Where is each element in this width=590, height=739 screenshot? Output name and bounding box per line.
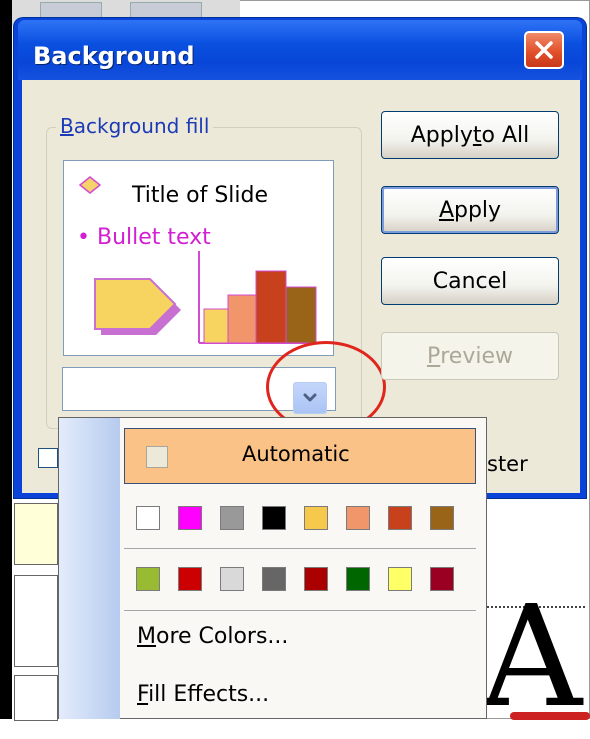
color-swatch[interactable] xyxy=(346,567,370,591)
menu-item-automatic-label: Automatic xyxy=(242,442,350,466)
menu-item-fill-effects[interactable]: Fill Effects... xyxy=(137,682,269,707)
color-swatch[interactable] xyxy=(262,567,286,591)
slide-thumbnail[interactable] xyxy=(14,575,58,667)
color-swatch[interactable] xyxy=(262,506,286,530)
preview-bar xyxy=(227,294,257,344)
menu-item-more-colors[interactable]: More Colors... xyxy=(137,624,288,649)
color-swatch[interactable] xyxy=(346,506,370,530)
preview-diamond xyxy=(78,176,102,194)
slide-thumbnail-pane[interactable] xyxy=(12,495,59,721)
slide-wordart-letter: A xyxy=(481,576,583,739)
omit-master-label: ster xyxy=(487,452,528,476)
color-swatch[interactable] xyxy=(388,506,412,530)
color-swatch[interactable] xyxy=(178,567,202,591)
automatic-color-swatch xyxy=(146,446,168,468)
menu-separator xyxy=(124,610,476,611)
preview-button[interactable]: Preview xyxy=(381,332,559,380)
preview-bar xyxy=(255,270,287,344)
slide-thumbnail[interactable] xyxy=(14,675,58,721)
apply-to-all-button[interactable]: Apply to All xyxy=(381,111,559,159)
preview-title-text: Title of Slide xyxy=(132,183,269,208)
color-swatch[interactable] xyxy=(304,506,328,530)
slide-thumbnail[interactable] xyxy=(14,503,58,565)
omit-master-checkbox[interactable] xyxy=(38,448,58,468)
cancel-button[interactable]: Cancel xyxy=(381,257,559,305)
color-swatch[interactable] xyxy=(178,506,202,530)
color-swatch[interactable] xyxy=(136,506,160,530)
dialog-title: Background xyxy=(33,42,195,70)
color-swatch[interactable] xyxy=(388,567,412,591)
color-swatch[interactable] xyxy=(304,567,328,591)
color-swatch[interactable] xyxy=(136,567,160,591)
color-swatch[interactable] xyxy=(430,567,454,591)
color-swatch[interactable] xyxy=(220,506,244,530)
close-button[interactable] xyxy=(524,31,564,69)
background-fill-label: Background fill xyxy=(56,114,214,138)
preview-bullet-text: • Bullet text xyxy=(77,225,211,250)
close-icon xyxy=(535,41,553,59)
menu-separator xyxy=(124,548,476,549)
color-swatch[interactable] xyxy=(430,506,454,530)
preview-bar xyxy=(285,286,317,344)
menu-icon-gutter xyxy=(59,418,120,719)
preview-bar xyxy=(203,308,229,344)
color-swatch[interactable] xyxy=(220,567,244,591)
window-edge xyxy=(0,0,12,719)
apply-button[interactable]: Apply xyxy=(381,186,559,234)
